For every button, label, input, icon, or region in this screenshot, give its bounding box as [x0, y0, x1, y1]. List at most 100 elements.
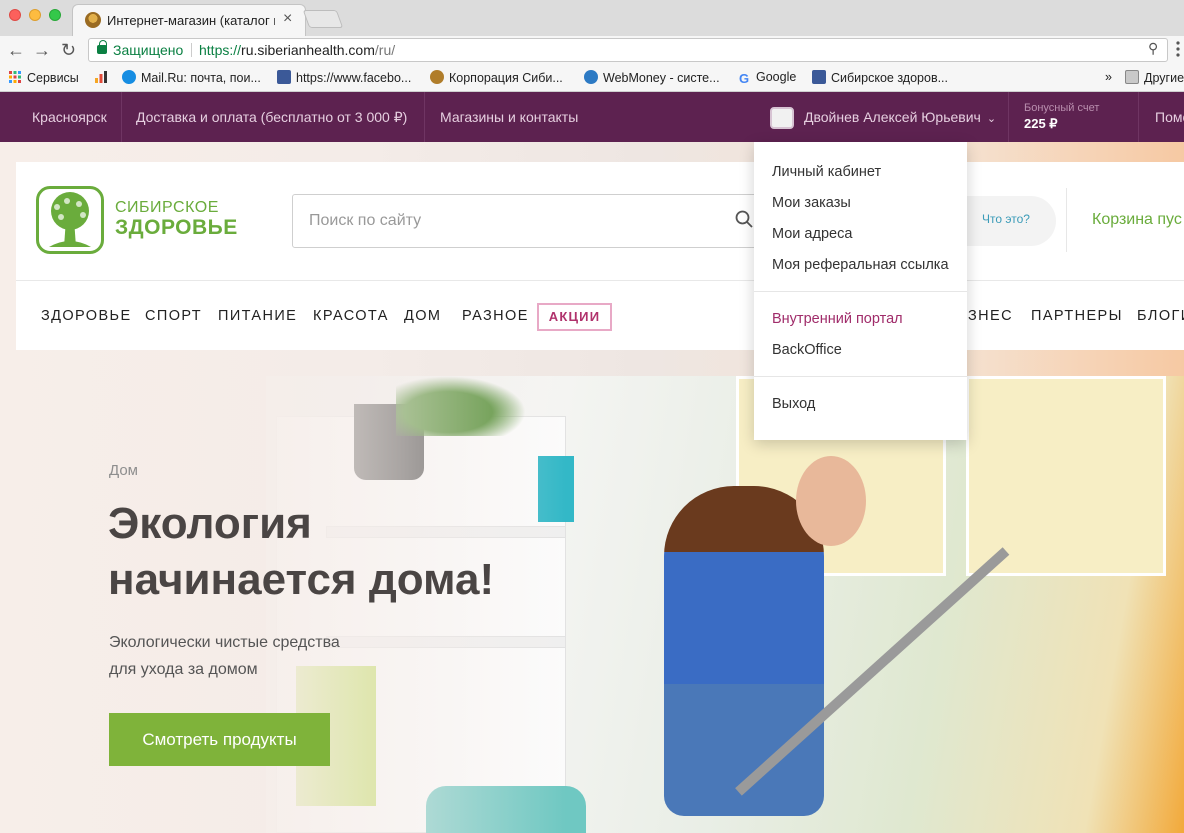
nav-item-beauty[interactable]: КРАСОТА — [313, 308, 389, 324]
bar-chart-bookmark-icon — [95, 71, 107, 83]
bookmark-google[interactable]: G Google — [739, 70, 796, 86]
bookmarks-overflow-button[interactable]: » — [1105, 70, 1112, 84]
hero-title-line-1: Экология — [108, 499, 312, 548]
bookmark-siberian-fb[interactable]: Сибирское здоров... — [812, 70, 948, 85]
url-text: https://ru.siberianhealth.com/ru/ — [199, 42, 395, 58]
menu-divider — [754, 291, 967, 292]
stores-link[interactable]: Магазины и контакты — [440, 92, 578, 142]
nav-item-home[interactable]: ДОМ — [404, 308, 441, 324]
hero-title-line-2: начинается дома! — [108, 555, 495, 604]
user-menu-toggle[interactable]: Двойнев Алексей Юрьевич ⌄ — [804, 92, 996, 142]
secure-label: Защищено — [113, 42, 184, 58]
browser-menu-icon[interactable] — [1172, 38, 1184, 60]
bonus-value[interactable]: 225 ₽ — [1024, 116, 1058, 132]
bookmark-chart[interactable] — [94, 70, 113, 85]
forward-arrow-icon[interactable]: → — [33, 38, 51, 62]
nav-item-nutrition[interactable]: ПИТАНИЕ — [218, 308, 297, 324]
siberian-health-favicon-icon — [85, 12, 101, 28]
bonus-label: Бонусный счет — [1024, 102, 1100, 114]
user-name: Двойнев Алексей Юрьевич — [804, 109, 981, 125]
bookmark-label: WebMoney - систе... — [603, 71, 720, 85]
logo-tree-icon[interactable] — [36, 186, 104, 254]
url-host: ru.siberianhealth.com — [241, 42, 375, 58]
nav-item-health[interactable]: ЗДОРОВЬЕ — [41, 308, 132, 324]
hero-subtitle: Экологически чистые средства для ухода з… — [109, 629, 340, 683]
bookmark-label: https://www.facebo... — [296, 71, 412, 85]
bookmark-services[interactable]: Сервисы — [8, 70, 79, 85]
tab-title: Интернет-магазин (каталог п — [107, 13, 275, 28]
lock-icon — [97, 40, 107, 54]
hero-subtitle-line-2: для ухода за домом — [109, 661, 258, 678]
mailru-icon — [122, 70, 136, 84]
user-dropdown-menu: Личный кабинет Мои заказы Мои адреса Моя… — [754, 142, 967, 440]
bookmark-webmoney[interactable]: WebMoney - систе... — [584, 70, 720, 85]
bookmark-facebook[interactable]: https://www.facebo... — [277, 70, 411, 85]
bookmark-other[interactable]: Другие — [1125, 70, 1184, 85]
cart-divider — [1066, 188, 1067, 252]
bookmark-label: Mail.Ru: почта, пои... — [141, 71, 261, 85]
browser-tab-active[interactable]: Интернет-магазин (каталог п × — [72, 4, 306, 36]
nav-item-sport[interactable]: СПОРТ — [145, 308, 202, 324]
browser-tab-strip: Интернет-магазин (каталог п × — [0, 0, 1184, 36]
minimize-window-button[interactable] — [29, 9, 41, 21]
hero-category[interactable]: Дом — [109, 462, 138, 479]
bookmark-label: Корпорация Сиби... — [449, 71, 563, 85]
person — [664, 486, 824, 816]
topbar-divider — [424, 92, 425, 142]
window — [966, 376, 1166, 576]
bookmark-label: Другие — [1144, 71, 1184, 85]
apps-grid-icon — [9, 71, 21, 83]
bookmark-siberian-corp[interactable]: Корпорация Сиби... — [430, 70, 563, 85]
key-icon[interactable]: ⚲ — [1148, 40, 1158, 57]
hero-title: Экология начинается дома! — [108, 496, 494, 608]
nav-item-blogs[interactable]: БЛОГИ — [1137, 308, 1184, 324]
logo-line-2: ЗДОРОВЬЕ — [115, 216, 238, 239]
nav-item-promo[interactable]: АКЦИИ — [537, 303, 612, 331]
header-divider — [16, 280, 1184, 281]
menu-item-internal-portal[interactable]: Внутренний портал — [772, 311, 903, 327]
hero-subtitle-line-1: Экологически чистые средства — [109, 634, 340, 651]
delivery-link[interactable]: Доставка и оплата (бесплатно от 3 000 ₽) — [136, 92, 407, 142]
menu-item-addresses[interactable]: Мои адреса — [772, 226, 852, 242]
close-window-button[interactable] — [9, 9, 21, 21]
reload-icon[interactable]: ↻ — [61, 38, 76, 62]
logo-wordmark[interactable]: СИБИРСКОЕ ЗДОРОВЬЕ — [115, 199, 238, 240]
person-face — [796, 456, 866, 546]
topbar-divider — [1008, 92, 1009, 142]
view-products-button[interactable]: Смотреть продукты — [109, 713, 330, 766]
url-scheme: https:// — [199, 42, 242, 58]
back-arrow-icon[interactable]: ← — [7, 38, 25, 62]
search-icon[interactable] — [735, 210, 753, 228]
omnibox-divider — [191, 43, 192, 57]
menu-item-referral-link[interactable]: Моя реферальная ссылка — [772, 257, 949, 273]
bookmark-mailru[interactable]: Mail.Ru: почта, пои... — [122, 70, 261, 85]
nav-item-partners[interactable]: ПАРТНЕРЫ — [1031, 308, 1123, 324]
menu-item-orders[interactable]: Мои заказы — [772, 195, 851, 211]
whatis-link[interactable]: Что это? — [982, 212, 1030, 226]
tab-close-icon[interactable]: × — [283, 10, 292, 28]
menu-item-account[interactable]: Личный кабинет — [772, 164, 881, 180]
avatar[interactable] — [770, 107, 794, 129]
menu-item-backoffice[interactable]: BackOffice — [772, 342, 842, 358]
topbar-divider — [1138, 92, 1139, 142]
city-selector[interactable]: Красноярск — [32, 92, 107, 142]
search-input[interactable] — [292, 194, 772, 248]
nav-item-misc[interactable]: РАЗНОЕ — [462, 308, 529, 324]
facebook-icon — [277, 70, 291, 84]
menu-item-logout[interactable]: Выход — [772, 396, 815, 412]
google-icon: G — [739, 71, 750, 86]
webmoney-icon — [584, 70, 598, 84]
browser-toolbar: ← → ↻ Защищено https://ru.siberianhealth… — [0, 36, 1184, 64]
address-bar[interactable]: Защищено https://ru.siberianhealth.com/r… — [88, 38, 1168, 62]
help-link[interactable]: Помо — [1155, 92, 1184, 142]
maximize-window-button[interactable] — [49, 9, 61, 21]
bookmarks-bar: Сервисы Mail.Ru: почта, пои... https://w… — [0, 64, 1184, 92]
new-tab-button[interactable] — [302, 10, 344, 28]
chevron-down-icon: ⌄ — [986, 113, 997, 125]
topbar-divider — [121, 92, 122, 142]
bookmark-label: Сибирское здоров... — [831, 71, 949, 85]
bookmark-label: Сервисы — [27, 71, 79, 85]
cart-link[interactable]: Корзина пус — [1092, 211, 1182, 229]
menu-divider — [754, 376, 967, 377]
nav-item-business[interactable]: ЗНЕС — [968, 308, 1013, 324]
